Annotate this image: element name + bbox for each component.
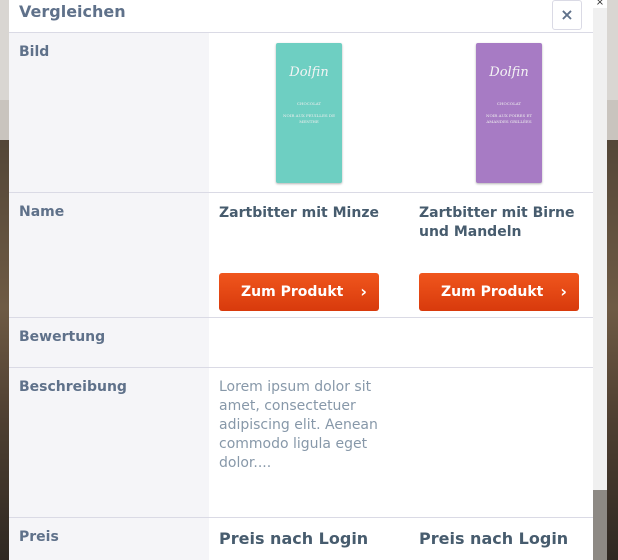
row-image: Bild Dolfin CHOCOLAT NOIR AUX FEUILLES D… — [9, 33, 593, 193]
product-price-2: Preis nach Login — [419, 529, 569, 548]
product-description-1: Lorem ipsum dolor sit amet, consectetuer… — [219, 379, 378, 471]
product-pack-line: NOIR AUX POIRES ET AMANDES GRILLÉES — [485, 113, 533, 124]
product-name-2[interactable]: Zartbitter mit Birne und Mandeln — [419, 204, 593, 242]
row-label-cell: Preis — [9, 518, 209, 560]
product-pack-line: NOIR AUX FEUILLES DE MENTHE — [282, 113, 336, 124]
button-label: Zum Produkt — [441, 284, 544, 300]
product-name-1[interactable]: Zartbitter mit Minze — [219, 204, 399, 223]
product-image-cell: Dolfin CHOCOLAT NOIR AUX POIRES ET AMAND… — [419, 33, 593, 192]
row-rating: Bewertung — [9, 318, 593, 368]
button-label: Zum Produkt — [241, 284, 344, 300]
label-image: Bild — [19, 44, 50, 60]
compare-modal: Vergleichen × Bild Dolfin CHOCOLAT NOIR … — [9, 0, 593, 560]
product-price-cell: Preis nach Login — [419, 518, 593, 560]
product-brand: Dolfin — [489, 65, 529, 80]
product-description-cell — [419, 368, 593, 517]
product-brand: Dolfin — [289, 65, 329, 80]
to-product-button-1[interactable]: Zum Produkt › — [219, 273, 379, 311]
row-label-cell: Bewertung — [9, 318, 209, 367]
chevron-right-icon: › — [560, 282, 567, 301]
product-description-cell: Lorem ipsum dolor sit amet, consectetuer… — [219, 368, 399, 517]
close-button[interactable]: × — [552, 0, 582, 30]
product-image-1[interactable]: Dolfin CHOCOLAT NOIR AUX FEUILLES DE MEN… — [276, 43, 342, 183]
product-price-1: Preis nach Login — [219, 529, 369, 548]
product-pack-line: CHOCOLAT — [496, 101, 522, 106]
row-price: Preis Preis nach Login Preis nach Login — [9, 518, 593, 560]
row-description: Beschreibung Lorem ipsum dolor sit amet,… — [9, 368, 593, 518]
row-name: Name Zartbitter mit Minze Zum Produkt › … — [9, 193, 593, 318]
label-rating: Bewertung — [19, 329, 106, 345]
product-pack-line: CHOCOLAT — [296, 101, 322, 106]
label-price: Preis — [19, 529, 59, 545]
scrollbar-thumb[interactable] — [593, 0, 607, 490]
outer-close-icon[interactable]: × — [593, 0, 607, 8]
modal-header: Vergleichen × — [9, 0, 593, 33]
product-price-cell: Preis nach Login — [219, 518, 399, 560]
modal-title: Vergleichen — [19, 2, 126, 21]
product-image-2[interactable]: Dolfin CHOCOLAT NOIR AUX POIRES ET AMAND… — [476, 43, 542, 183]
label-name: Name — [19, 204, 65, 220]
row-label-cell: Beschreibung — [9, 368, 209, 517]
to-product-button-2[interactable]: Zum Produkt › — [419, 273, 579, 311]
row-label-cell: Name — [9, 193, 209, 317]
row-label-cell: Bild — [9, 33, 209, 192]
label-description: Beschreibung — [19, 379, 127, 395]
product-image-cell: Dolfin CHOCOLAT NOIR AUX FEUILLES DE MEN… — [219, 33, 399, 192]
product-name-cell: Zartbitter mit Minze Zum Produkt › — [219, 193, 399, 317]
chevron-right-icon: › — [360, 282, 367, 301]
product-name-cell: Zartbitter mit Birne und Mandeln Zum Pro… — [419, 193, 593, 317]
